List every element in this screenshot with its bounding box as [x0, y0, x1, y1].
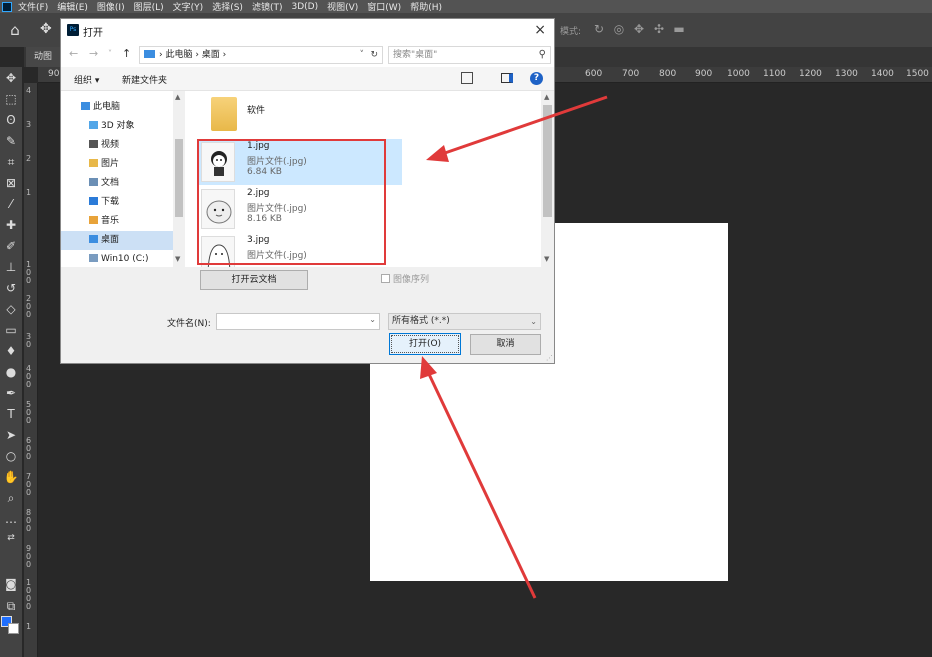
annotation-arrows — [420, 95, 608, 599]
arrow-to-open-button — [420, 356, 537, 599]
arrow-to-files — [426, 95, 608, 162]
